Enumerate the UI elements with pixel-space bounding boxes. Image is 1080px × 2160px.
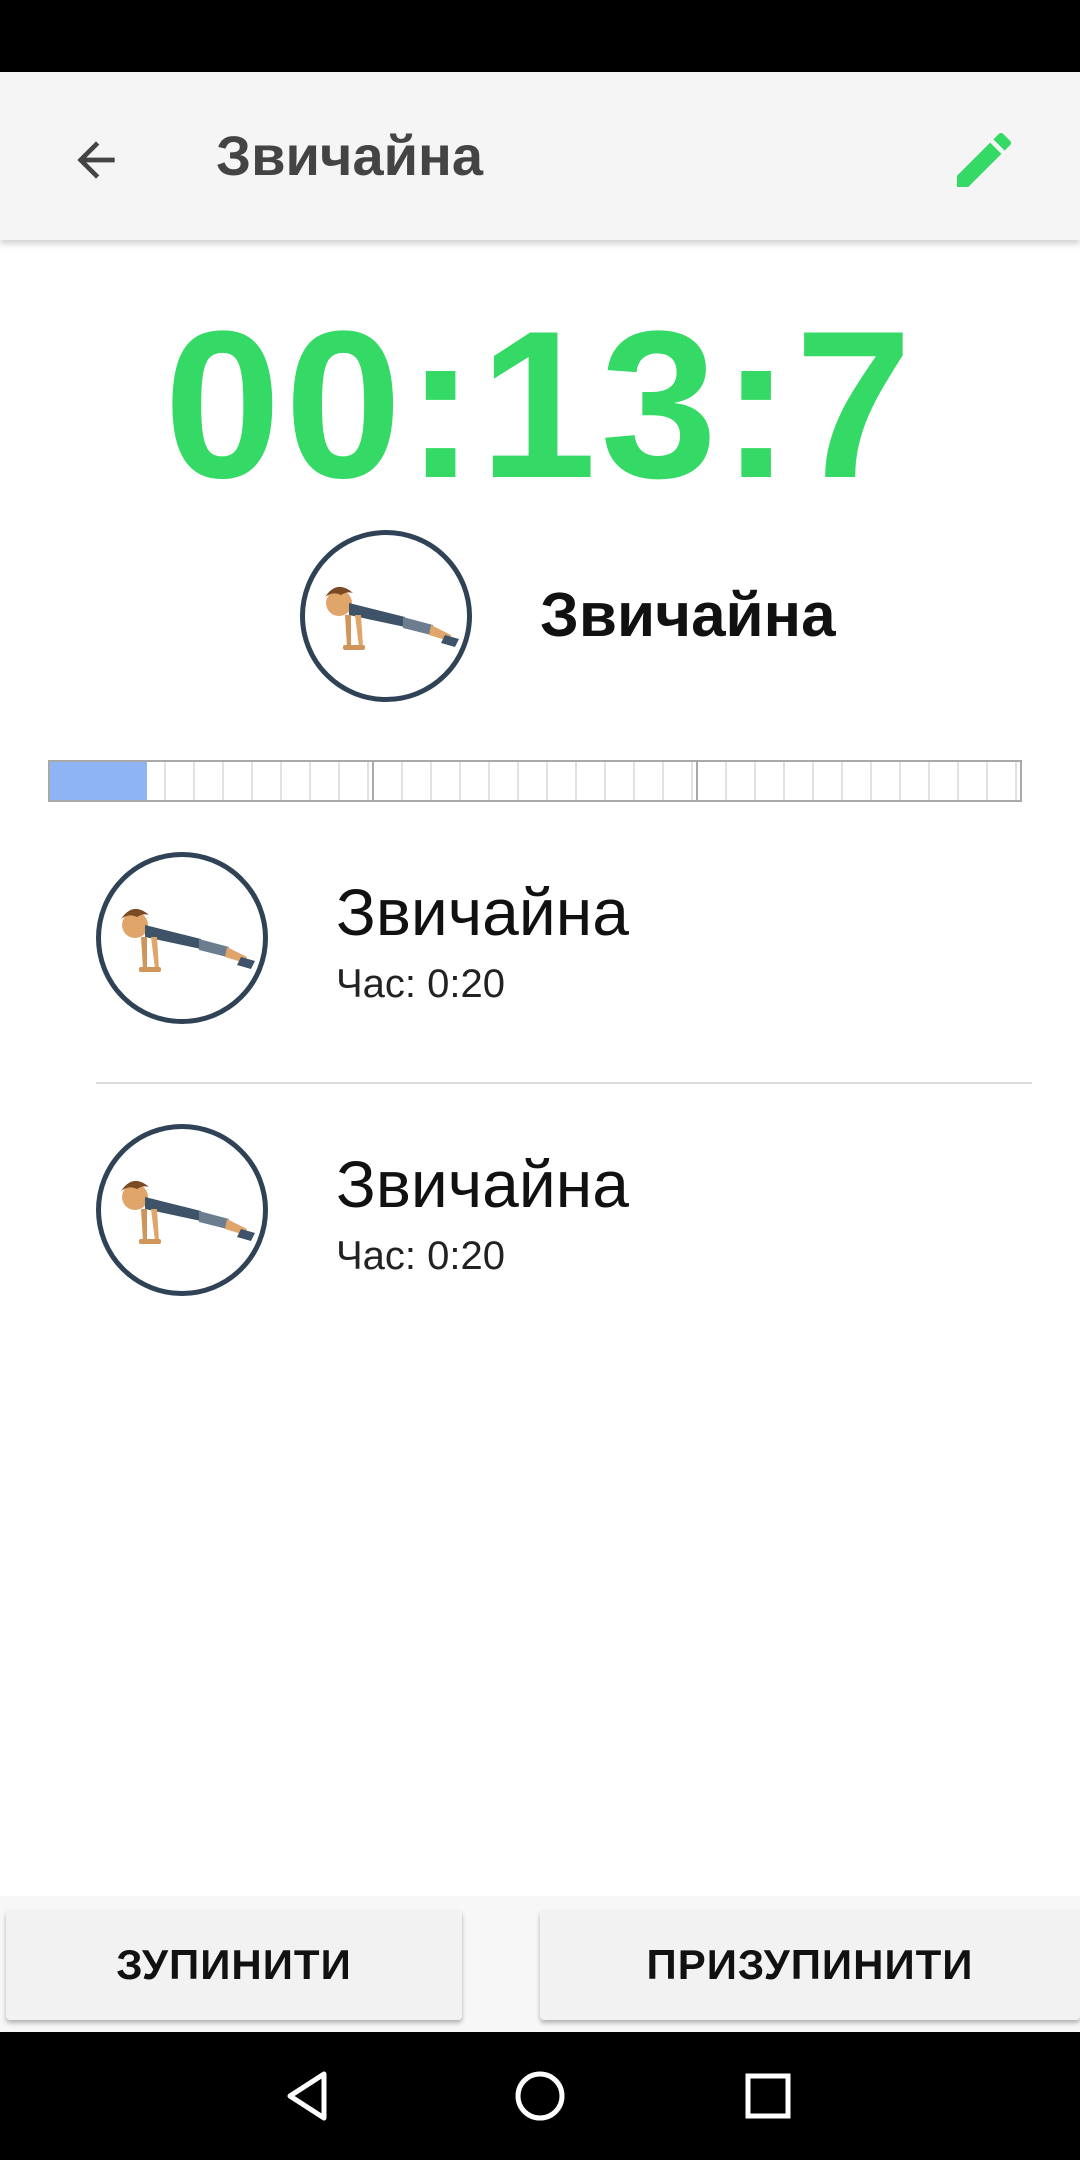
exercise-name: Звичайна [336,1147,629,1221]
current-exercise-avatar [300,530,472,702]
nav-back-button[interactable] [268,2056,348,2136]
pushup-icon [325,586,459,650]
exercise-avatar [96,1124,268,1296]
timer-display: 00:13:7 [164,287,916,522]
edit-button[interactable] [936,112,1032,208]
bottom-button-bar: ЗУПИНИТИ ПРИЗУПИНИТИ [0,1896,1080,2032]
progress-segment [698,762,1020,800]
pencil-icon [957,132,1012,187]
back-button[interactable] [48,112,144,208]
exercise-time: Час: 0:20 [336,1234,505,1278]
pushup-icon [121,1180,255,1244]
page-title: Звичайна [216,124,483,187]
current-exercise-name: Звичайна [540,581,836,650]
list-item[interactable]: Звичайна Час: 0:20 [96,852,1032,1032]
nav-home-icon [515,2071,565,2121]
exercise-name: Звичайна [336,875,629,949]
progress-fill [50,762,147,800]
nav-back-icon [287,2071,327,2121]
list-divider [96,1082,1032,1084]
progress-segment [50,762,374,800]
status-bar [0,0,1080,72]
stop-button[interactable]: ЗУПИНИТИ [6,1910,462,2020]
pushup-icon [121,908,255,972]
nav-recents-button[interactable] [728,2056,808,2136]
exercise-avatar [96,852,268,1024]
arrow-left-icon [77,141,115,179]
list-item[interactable]: Звичайна Час: 0:20 [96,1124,1032,1304]
nav-recents-icon [745,2073,791,2119]
exercise-time: Час: 0:20 [336,962,505,1006]
app-bar: Звичайна [0,72,1080,240]
current-exercise: Звичайна [300,530,1000,710]
workout-progress-bar [48,760,1022,802]
progress-segment [374,762,698,800]
nav-home-button[interactable] [500,2056,580,2136]
pause-button[interactable]: ПРИЗУПИНИТИ [540,1910,1080,2020]
system-nav-bar [0,2032,1080,2160]
